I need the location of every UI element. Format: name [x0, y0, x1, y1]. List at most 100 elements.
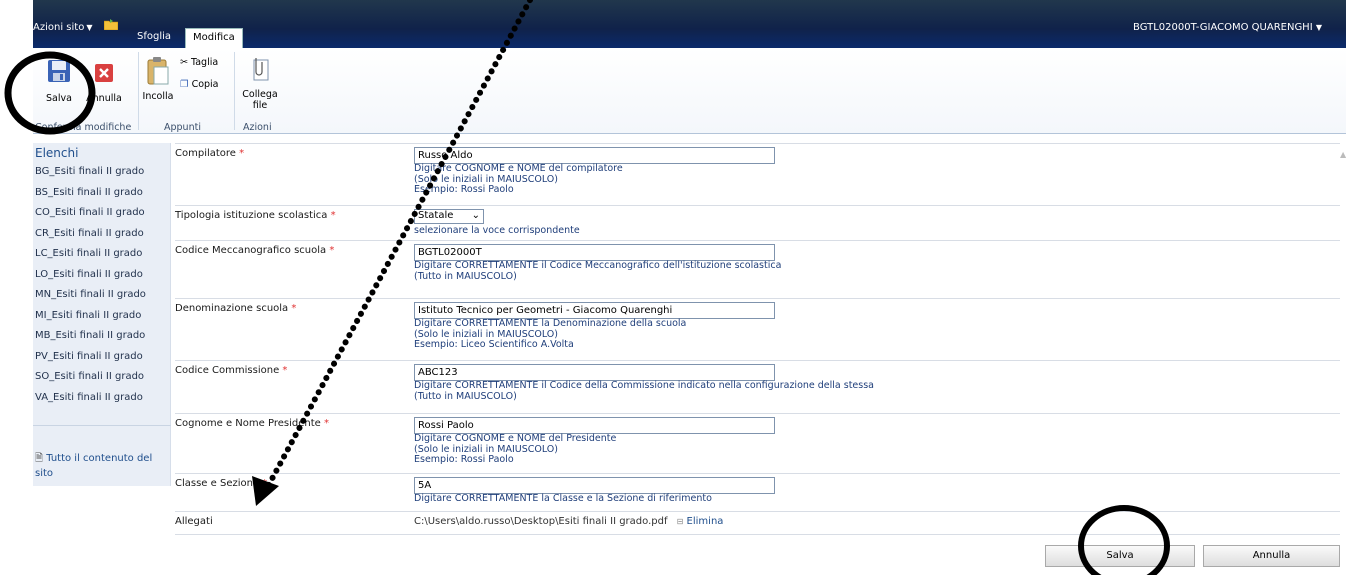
form-row-codice-meccanografico: Codice Meccanografico scuola * BGTL02000…: [175, 240, 1340, 298]
field-control: Russo Aldo Digitare COGNOME e NOME del c…: [414, 147, 775, 196]
compilatore-input[interactable]: Russo Aldo: [414, 147, 775, 164]
field-label: Tipologia istituzione scolastica *: [175, 210, 336, 221]
ribbon-attach-label-2: file: [252, 100, 268, 111]
nav-item-list[interactable]: SO_Esiti finali II grado: [33, 368, 170, 389]
field-control: 5A Digitare CORRETTAMENTE la Classe e la…: [414, 477, 775, 505]
cancel-button[interactable]: Annulla: [1203, 545, 1340, 567]
field-label-text: Classe e Sezione: [175, 478, 260, 489]
nav-item-list[interactable]: LC_Esiti finali II grado: [33, 245, 170, 266]
ribbon-attach-file-button[interactable]: Collega file: [242, 56, 278, 111]
chevron-down-icon: ▼: [86, 23, 93, 32]
required-mark: *: [329, 245, 335, 256]
quick-launch: Elenchi BG_Esiti finali II grado BS_Esit…: [33, 143, 171, 486]
ribbon-save-button[interactable]: Salva: [44, 58, 74, 104]
nav-all-content-link[interactable]: 🗎 Tutto il contenuto del sito: [33, 449, 171, 481]
nav-item-list[interactable]: MN_Esiti finali II grado: [33, 286, 170, 307]
field-label-text: Compilatore: [175, 148, 236, 159]
ribbon-attach-label-1: Collega: [242, 89, 278, 100]
required-mark: *: [262, 478, 268, 489]
required-mark: *: [323, 418, 329, 429]
field-help: Digitare CORRETTAMENTE il Codice Meccano…: [414, 260, 782, 271]
nav-title-elenchi[interactable]: Elenchi: [33, 143, 170, 163]
field-label: Compilatore *: [175, 148, 244, 159]
scroll-up-icon[interactable]: ▲: [1340, 150, 1346, 159]
nav-item-list[interactable]: MB_Esiti finali II grado: [33, 327, 170, 348]
field-label: Codice Commissione *: [175, 365, 287, 376]
attachment-path: C:\Users\aldo.russo\Desktop\Esiti finali…: [414, 516, 668, 527]
field-help: Digitare CORRETTAMENTE la Classe e la Se…: [414, 493, 712, 504]
field-help: Digitare CORRETTAMENTE la Denominazione …: [414, 318, 687, 329]
field-control: C:\Users\aldo.russo\Desktop\Esiti finali…: [414, 516, 723, 527]
presidente-input[interactable]: Rossi Paolo: [414, 417, 775, 434]
site-actions-menu[interactable]: Azioni sito ▼: [33, 22, 92, 33]
delete-attachment-link[interactable]: ⊟ Elimina: [677, 516, 724, 527]
group-separator: [234, 52, 235, 130]
delete-label: Elimina: [686, 516, 724, 527]
field-help: Digitare CORRETTAMENTE il Codice della C…: [414, 380, 874, 391]
folder-icon[interactable]: [104, 19, 118, 30]
field-control: Statale ⌄ selezionare la voce corrisponde…: [414, 209, 580, 237]
ribbon-cancel-label: Annulla: [86, 93, 122, 104]
field-help: Esempio: Rossi Paolo: [414, 184, 514, 195]
classe-input[interactable]: 5A: [414, 477, 775, 494]
nav-item-list[interactable]: VA_Esiti finali II grado: [33, 389, 170, 410]
nav-item-list[interactable]: BS_Esiti finali II grado: [33, 184, 170, 205]
form-row-tipologia: Tipologia istituzione scolastica * Stata…: [175, 205, 1340, 240]
cancel-icon: [95, 64, 113, 82]
commissione-input[interactable]: ABC123: [414, 364, 775, 381]
ribbon-cut-label: Taglia: [191, 57, 219, 68]
field-label: Denominazione scuola *: [175, 303, 296, 314]
codice-meccanografico-input[interactable]: BGTL02000T: [414, 244, 775, 261]
nav-item-list[interactable]: PV_Esiti finali II grado: [33, 348, 170, 369]
ribbon-cut-button[interactable]: ✂ Taglia: [180, 57, 218, 68]
ribbon-copy-button[interactable]: ❐ Copia: [180, 79, 219, 90]
ribbon-cancel-button[interactable]: Annulla: [84, 58, 124, 104]
nav-item-list[interactable]: CO_Esiti finali II grado: [33, 204, 170, 225]
field-control: Rossi Paolo Digitare COGNOME e NOME del …: [414, 417, 775, 466]
field-label-text: Denominazione scuola: [175, 303, 289, 314]
clipboard-icon: [147, 57, 169, 85]
select-value: Statale: [418, 210, 454, 221]
field-label-text: Tipologia istituzione scolastica: [175, 210, 328, 221]
required-mark: *: [330, 210, 336, 221]
tab-sfoglia[interactable]: Sfoglia: [130, 28, 178, 48]
field-help: (Tutto in MAIUSCOLO): [414, 270, 517, 282]
ribbon-paste-button[interactable]: Incolla: [142, 56, 174, 102]
nav-item-list[interactable]: BG_Esiti finali II grado: [33, 163, 170, 184]
field-help: Esempio: Liceo Scientifico A.Volta: [414, 339, 574, 350]
ribbon-save-label: Salva: [46, 93, 72, 104]
paperclip-icon: [253, 58, 269, 81]
nav-item-list[interactable]: MI_Esiti finali II grado: [33, 307, 170, 328]
tab-modifica[interactable]: Modifica: [185, 28, 243, 48]
save-button[interactable]: Salva: [1045, 545, 1195, 567]
group-label-appunti: Appunti: [164, 122, 201, 133]
form-row-allegati: Allegati C:\Users\aldo.russo\Desktop\Esi…: [175, 511, 1340, 535]
field-help: Esempio: Rossi Paolo: [414, 454, 514, 465]
field-label-text: Cognome e Nome Presidente: [175, 418, 321, 429]
copy-icon: ❐: [180, 79, 189, 90]
user-name: BGTL02000T-GIACOMO QUARENGHI: [1133, 22, 1313, 33]
field-control: Istituto Tecnico per Geometri - Giacomo …: [414, 302, 775, 351]
required-mark: *: [239, 148, 245, 159]
field-help: Digitare COGNOME e NOME del Presidente: [414, 433, 617, 444]
field-label: Classe e Sezione *: [175, 478, 267, 489]
form-row-presidente: Cognome e Nome Presidente * Rossi Paolo …: [175, 413, 1340, 473]
group-separator: [138, 52, 139, 130]
field-label: Codice Meccanografico scuola *: [175, 245, 334, 256]
ribbon: Salva Annulla Incolla ✂ Taglia ❐ Copia C…: [0, 48, 1346, 134]
field-label-text: Codice Meccanografico scuola: [175, 245, 327, 256]
tipologia-select[interactable]: Statale ⌄: [414, 209, 484, 224]
denominazione-input[interactable]: Istituto Tecnico per Geometri - Giacomo …: [414, 302, 775, 319]
ribbon-paste-label: Incolla: [142, 91, 174, 102]
ribbon-copy-label: Copia: [191, 79, 219, 90]
user-menu[interactable]: BGTL02000T-GIACOMO QUARENGHI ▼: [1133, 22, 1322, 33]
floppy-disk-icon: [48, 60, 70, 82]
nav-item-list[interactable]: CR_Esiti finali II grado: [33, 225, 170, 246]
form-row-compilatore: Compilatore * Russo Aldo Digitare COGNOM…: [175, 143, 1340, 205]
field-control: BGTL02000T Digitare CORRETTAMENTE il Cod…: [414, 244, 781, 282]
scissors-icon: ✂: [180, 57, 188, 68]
edit-form: Compilatore * Russo Aldo Digitare COGNOM…: [175, 143, 1340, 535]
nav-item-list[interactable]: LO_Esiti finali II grado: [33, 266, 170, 287]
field-help: Digitare COGNOME e NOME del compilatore: [414, 163, 623, 174]
group-label-azioni: Azioni: [243, 122, 272, 133]
